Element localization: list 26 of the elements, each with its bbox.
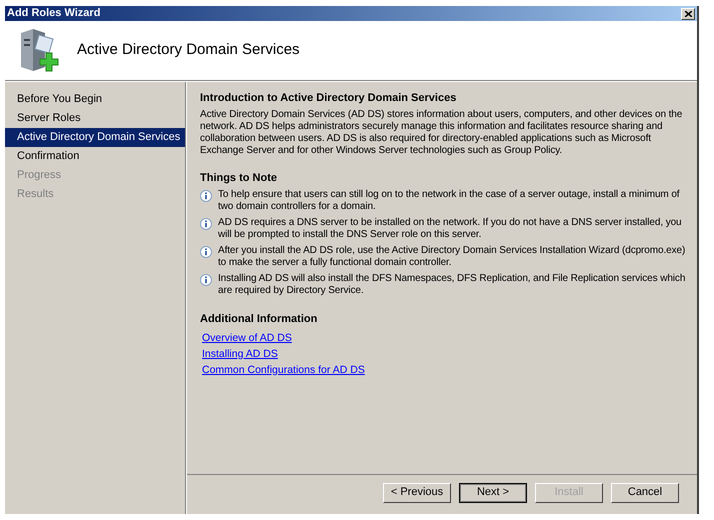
window-title: Add Roles Wizard [7, 8, 100, 19]
note-text: AD DS requires a DNS server to be installed on the network. If you do not have a DNS server installed, you will be prompted to install the DNS Server role on this server. [218, 217, 683, 241]
info-icon [200, 246, 212, 258]
close-button[interactable] [681, 8, 695, 20]
step-item[interactable]: Server Roles [5, 109, 185, 128]
note-text: After you install the AD DS role, use the Active Directory Domain Services Installation Wizard (dcpromo.exe) to make the server a fully functional domain controller. [218, 245, 686, 269]
section-heading: Additional Information [200, 312, 318, 327]
info-icon [200, 218, 212, 230]
help-link[interactable]: Overview of AD DS [202, 332, 292, 344]
close-icon [684, 10, 692, 16]
wizard-button[interactable]: Cancel [611, 482, 679, 502]
section-heading: Introduction to Active Directory Domain Services [200, 91, 458, 106]
help-link[interactable]: Common Configurations for AD DS [202, 364, 365, 376]
wizard-button[interactable]: < Previous [383, 482, 451, 502]
wizard-button[interactable]: Next > [459, 482, 527, 502]
intro-paragraph: Active Directory Domain Services (AD DS) stores information about users, computers, and other devices on the network. AD DS helps administrators securely manage this information and facilitates resource sharing and collaboration between users. AD DS is also required for directory-enabled applications such as Microsoft Exchange Server and for other Windows Server technologies such as Group Policy. [200, 108, 684, 156]
help-link[interactable]: Installing AD DS [202, 348, 278, 360]
info-icon [200, 190, 212, 202]
page-heading: Active Directory Domain Services [77, 40, 300, 60]
step-item[interactable]: Before You Begin [5, 90, 185, 109]
note-text: To help ensure that users can still log on to the network in the case of a server outage, install a minimum of two domain controllers for a domain. [218, 189, 680, 213]
step-item[interactable]: Confirmation [5, 147, 185, 166]
section-heading: Things to Note [200, 170, 278, 186]
note-text: Installing AD DS will also install the DFS Namespaces, DFS Replication, and File Replication services which are required by Directory Service. [218, 273, 686, 297]
info-icon [200, 274, 212, 286]
step-item[interactable]: Active Directory Domain Services [5, 128, 185, 147]
